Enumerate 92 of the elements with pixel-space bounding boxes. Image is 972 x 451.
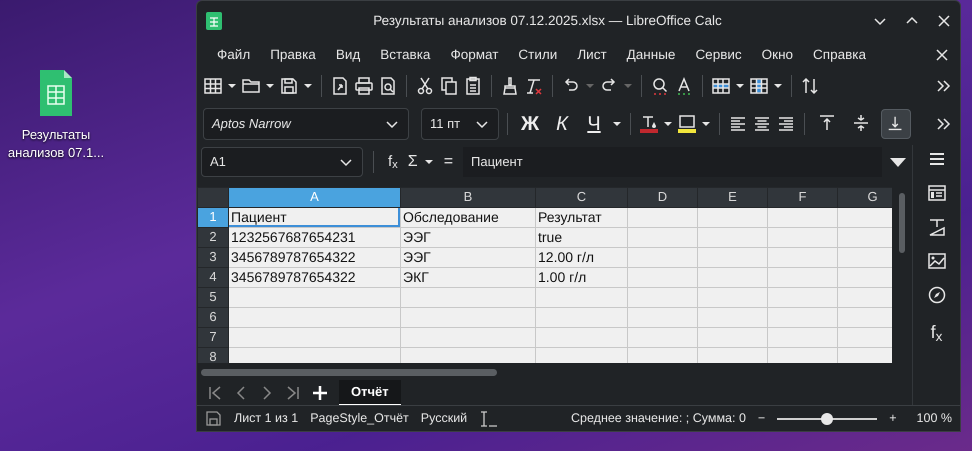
align-bottom-icon[interactable] xyxy=(881,109,911,139)
caret-icon[interactable] xyxy=(663,120,673,128)
selection-summary: Среднее значение: ; Сумма: 0 xyxy=(571,410,746,428)
menu-item[interactable]: Лист xyxy=(567,44,617,66)
table-cell: 3456789787654322 xyxy=(228,247,400,268)
corner-cell[interactable] xyxy=(198,187,228,208)
column-header[interactable]: C xyxy=(536,187,628,208)
functions-button[interactable]: f$_{x}$ xyxy=(930,319,942,346)
italic-button[interactable]: К xyxy=(548,109,576,139)
menu-item[interactable]: Вид xyxy=(326,44,370,66)
caret-icon[interactable] xyxy=(424,158,434,166)
row-header[interactable]: 3 xyxy=(198,247,228,268)
zoom-percent[interactable]: 100 % xyxy=(916,409,952,428)
column-header[interactable]: D xyxy=(628,187,698,208)
table-cell: ЭЭГ xyxy=(400,247,536,268)
caret-icon[interactable] xyxy=(303,82,313,90)
row-header[interactable]: 5 xyxy=(198,287,228,308)
close-icon[interactable] xyxy=(936,13,952,29)
menu-item[interactable]: Справка xyxy=(803,44,876,66)
sheet-count: Лист 1 из 1 xyxy=(234,410,298,428)
menu-item[interactable]: Правка xyxy=(260,44,326,66)
table-cell: Результат xyxy=(536,207,628,228)
table-cell: ЭЭГ xyxy=(400,227,536,248)
column-grid-icon[interactable] xyxy=(749,76,769,96)
zoom-out-button[interactable]: − xyxy=(758,409,766,428)
scissors-icon[interactable] xyxy=(415,76,435,96)
table-cell: 1232567687654231 xyxy=(228,227,400,248)
row-grid-icon[interactable] xyxy=(711,76,731,96)
table-cell: 3456789787654322 xyxy=(228,267,400,288)
horizontal-scrollbar[interactable] xyxy=(201,368,497,376)
vertical-scrollbar[interactable] xyxy=(898,192,904,253)
menu-item[interactable]: Стили xyxy=(508,44,568,66)
row-header[interactable]: 8 xyxy=(198,347,228,364)
menu-item[interactable]: Окно xyxy=(752,44,804,66)
table-cell: 12.00 г/л xyxy=(536,247,628,268)
close-document-icon[interactable] xyxy=(934,47,950,63)
menu-item[interactable]: Данные xyxy=(616,44,686,66)
add-sheet-icon[interactable] xyxy=(311,384,329,402)
row-header[interactable]: 6 xyxy=(198,307,228,328)
spreadsheet-app-icon xyxy=(205,11,223,31)
table-cell: ЭКГ xyxy=(400,267,536,288)
highlight-color-icon[interactable] xyxy=(677,114,697,134)
table-cell: Обследование xyxy=(400,207,536,228)
font-name-field[interactable]: Aptos Narrow xyxy=(203,108,409,140)
font-size-field[interactable]: 11 пт xyxy=(421,108,499,140)
file-name: Результаты анализов 07.1... xyxy=(6,126,106,162)
column-header[interactable]: B xyxy=(400,187,536,208)
properties-icon[interactable] xyxy=(926,183,947,203)
caret-icon[interactable] xyxy=(227,82,237,90)
row-header[interactable]: 4 xyxy=(198,267,228,288)
first-sheet-icon[interactable] xyxy=(207,385,223,401)
sum-button[interactable]: Σ xyxy=(408,150,418,174)
bold-button[interactable]: Ж xyxy=(516,109,544,139)
printer-icon[interactable] xyxy=(354,76,374,96)
copy-icon[interactable] xyxy=(439,76,459,96)
font-color-icon[interactable] xyxy=(639,114,659,134)
page-style[interactable]: PageStyle_Отчёт xyxy=(310,409,409,428)
zoom-in-button[interactable]: + xyxy=(889,409,897,428)
language[interactable]: Русский xyxy=(420,409,468,428)
sheet-tab[interactable]: Отчёт xyxy=(339,380,401,406)
menu-item[interactable]: Файл xyxy=(207,44,260,66)
caret-icon[interactable] xyxy=(612,120,622,128)
column-header[interactable]: G xyxy=(838,187,892,208)
sort-icon[interactable] xyxy=(800,76,820,96)
column-header[interactable]: E xyxy=(698,187,768,208)
table-icon[interactable] xyxy=(203,76,223,96)
menu-item[interactable]: Формат xyxy=(440,44,508,66)
menu-item[interactable]: Сервис xyxy=(685,44,752,66)
table-cell: 1.00 г/л xyxy=(536,267,628,288)
brush-icon[interactable] xyxy=(500,76,520,96)
zoom-slider-thumb[interactable] xyxy=(821,412,834,424)
row-header[interactable]: 2 xyxy=(198,227,228,248)
window-title: Результаты анализов 07.12.2025.xlsx — LibreOffice Calc xyxy=(372,12,723,30)
formula-button[interactable]: = xyxy=(440,150,458,174)
caret-icon[interactable] xyxy=(265,82,275,90)
table-cell: Пациент xyxy=(228,207,400,228)
caret-icon[interactable] xyxy=(735,82,745,90)
name-box[interactable]: A1 xyxy=(201,146,363,177)
selection-mode-icon[interactable] xyxy=(479,410,500,428)
column-header[interactable]: F xyxy=(768,187,838,208)
caret-icon[interactable] xyxy=(701,120,711,128)
gallery-icon[interactable] xyxy=(926,251,947,271)
caret-icon[interactable] xyxy=(773,82,783,90)
document-saved-icon xyxy=(205,410,222,427)
formula-input[interactable]: Пациент xyxy=(463,146,882,177)
menu-item[interactable]: Вставка xyxy=(370,44,440,66)
function-wizard-button[interactable]: f$_{x}$ xyxy=(384,150,402,174)
table-cell: true xyxy=(536,227,628,248)
underline-button[interactable]: Ч xyxy=(580,109,608,139)
last-sheet-icon[interactable] xyxy=(285,385,301,401)
compass-icon[interactable] xyxy=(926,285,947,305)
row-header[interactable]: 7 xyxy=(198,327,228,348)
